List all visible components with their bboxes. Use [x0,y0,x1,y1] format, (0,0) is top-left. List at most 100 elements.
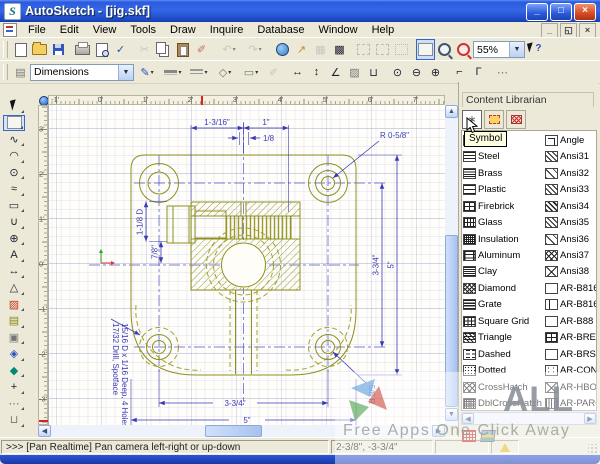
hatch-list-item[interactable]: Brass [463,165,545,181]
hatch-list-item[interactable]: Ansi38 [545,264,597,280]
circle-center-button[interactable]: ⊙ ▼ [388,62,407,83]
hatch-list-item[interactable]: AR-B88 [545,313,597,329]
dropdown-arrow-icon[interactable]: ▾ [178,69,181,76]
hatch-list-item[interactable]: AR-B816 [545,280,597,296]
hatch-list-item[interactable]: AR-BREL [545,330,597,346]
pan-realtime-button[interactable]: ▼ [416,39,435,60]
hatch-list-item[interactable]: AR-HBON [545,379,597,395]
menu-item[interactable]: Tools [123,23,163,37]
hatch-list-item[interactable]: Ansi33 [545,181,597,197]
hatch-list-item[interactable]: CrossHatch [463,379,545,395]
scroll-right-button[interactable]: ▶ [432,425,445,437]
fill-style-button[interactable]: ◇ ▼ ▾ [212,62,238,83]
hatch-list-item[interactable]: Square Grid [463,313,545,329]
child-minimize-button[interactable]: _ [541,23,558,38]
scroll-left-button[interactable]: ◀ [38,425,51,437]
menu-item[interactable]: Draw [163,23,203,37]
hatch-list-item[interactable]: Ansi32 [545,165,597,181]
open-button[interactable]: ▼ [30,39,49,60]
minimize-button[interactable]: _ [526,3,548,21]
paste-button[interactable]: ▼ [173,39,192,60]
print-button[interactable]: ▼ [73,39,92,60]
spell-check-button[interactable]: ✓ ▼ [111,39,130,60]
maximize-button[interactable]: □ [550,3,572,21]
hatch-list-item[interactable]: Ansi35 [545,214,597,230]
polyline-tool[interactable]: ∿ [3,131,25,147]
menu-item[interactable]: Help [365,23,402,37]
line-style-button[interactable]: ▼ ▾ [186,62,212,83]
pan-tool[interactable] [3,115,25,131]
hatch-list-item[interactable]: AR-BRST [545,346,597,362]
hatch-list-item[interactable]: Diamond [463,280,545,296]
zoom-level-combo[interactable]: 55% ▼ [473,41,525,58]
hyperlink-button[interactable]: ▼ [273,39,292,60]
hatch-library-icon[interactable] [462,430,476,442]
more-tools-button[interactable]: ⋯ ▼ [493,62,512,83]
ole-object-button[interactable]: ▦ ▼ [311,39,330,60]
menu-item[interactable]: Inquire [203,23,251,37]
hatch-list-item[interactable]: Glass [463,214,545,230]
cut-button[interactable]: ✂ ▼ [135,39,154,60]
group-tool[interactable]: ⊔ [3,412,25,428]
point-tool[interactable]: ⊕ [3,230,25,246]
hatch-list-item[interactable]: Ansi36 [545,231,597,247]
circle-diameter-button[interactable]: ⊖ ▼ [407,62,426,83]
publish-web-button[interactable]: ↗ ▼ [292,39,311,60]
resize-grip[interactable] [588,444,598,454]
select-tool[interactable] [3,98,25,114]
hatch-list-item[interactable]: AR-CONC [545,363,597,379]
child-restore-button[interactable]: ◱ [560,23,577,38]
status-snap-indicator[interactable] [491,440,519,454]
dropdown-arrow-icon[interactable]: ▾ [151,69,154,76]
select-previous-button[interactable]: ▼ [392,39,411,60]
hatch-list-item[interactable]: DblCrossHatch [463,396,545,412]
hatch-list-item[interactable]: Grate [463,297,545,313]
chamfer-button[interactable]: Γ ▼ [469,62,488,83]
menu-item[interactable]: Edit [53,23,86,37]
horizontal-scroll-thumb[interactable] [205,425,262,437]
document-icon[interactable] [3,23,17,37]
text-tool[interactable]: A [3,247,25,263]
dropdown-arrow-icon[interactable]: ▾ [255,69,258,76]
hatch-list-item[interactable]: AR-B816 [545,297,597,313]
dim-horizontal-button[interactable]: ↔ ▼ [288,62,307,83]
hatch-list-item[interactable]: Steel [463,148,545,164]
format-painter-button[interactable]: ✐ ▼ [192,39,211,60]
dropdown-arrow-icon[interactable]: ▾ [259,46,262,53]
print-preview-button[interactable]: ▼ [92,39,111,60]
image-tool[interactable]: ▣ [3,329,25,345]
select-crossing-button[interactable]: ▼ [373,39,392,60]
properties-button[interactable]: ▤ ▼ [11,62,30,83]
help-pointer-button[interactable]: ▼ [525,39,544,60]
hatch-list-item[interactable]: Clay [463,264,545,280]
circle-tool[interactable]: ⊙ [3,164,25,180]
menu-item[interactable]: File [21,23,53,37]
hatch-list-item[interactable]: Plastic [463,181,545,197]
blocks-tab[interactable] [484,110,504,129]
dropdown-arrow-icon[interactable]: ▾ [228,69,231,76]
hatch-list-item[interactable]: Ansi34 [545,198,597,214]
arc-tool[interactable]: ◠ [3,148,25,164]
circle-radius-button[interactable]: ⊕ ▼ [426,62,445,83]
layers-library-icon[interactable] [480,430,496,442]
spline-tool[interactable]: ≈ [3,181,25,197]
dim-angle-button[interactable]: ∠ ▼ [326,62,345,83]
save-button[interactable]: ▼ [49,39,68,60]
zoom-in-button[interactable]: ▼ [454,39,473,60]
clipart-tool[interactable]: ◆ [3,362,25,378]
scroll-up-button[interactable]: ▲ [445,105,458,118]
panel-scroll-right-button[interactable]: ▶ [584,413,596,424]
pen-color-button[interactable]: ✎ ▼ ▾ [134,62,160,83]
polygon-tool[interactable]: △ [3,280,25,296]
hatch-button[interactable]: ▨ ▼ [345,62,364,83]
vertical-scroll-thumb[interactable] [445,235,458,407]
hatch-list-item[interactable]: Angle [545,132,597,148]
scroll-down-button[interactable]: ▼ [445,408,458,421]
panel-horizontal-scrollbar[interactable]: ◀ ▶ [461,412,597,425]
line-width-button[interactable]: ▼ ▾ [160,62,186,83]
layer-combo[interactable]: Dimensions ▼ [30,64,134,81]
snap-tool[interactable]: ⋯ [3,395,25,411]
fill-tool[interactable]: ▤ [3,313,25,329]
view-manager-button[interactable]: ▩ ▼ [330,39,349,60]
panel-scroll-left-button[interactable]: ◀ [462,413,474,424]
